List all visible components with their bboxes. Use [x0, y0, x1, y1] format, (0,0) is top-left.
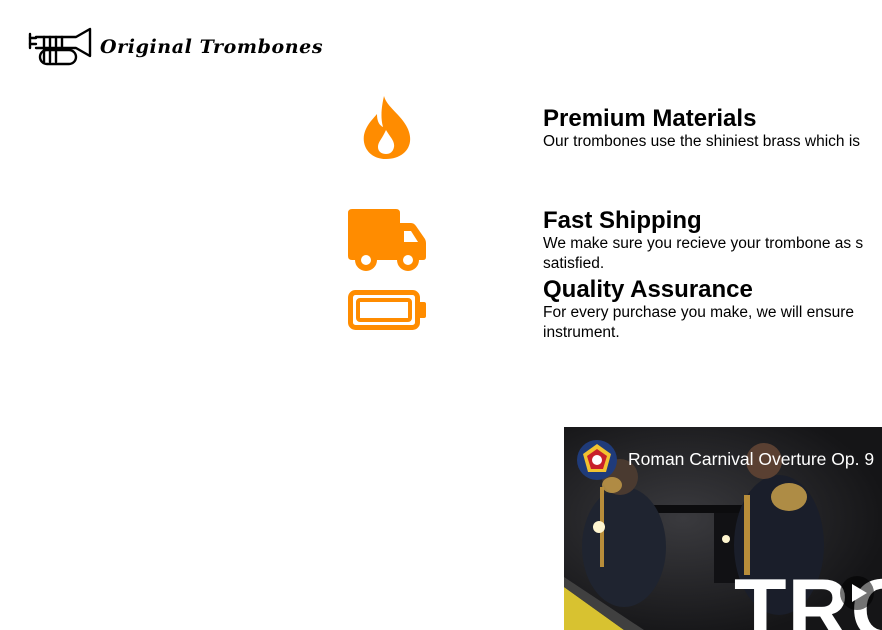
feature-description: For every purchase you make, we will ens…: [543, 304, 854, 341]
feature-premium-materials: Premium Materials Our trombones use the …: [543, 106, 882, 152]
feature-quality-assurance: Quality Assurance For every purchase you…: [543, 277, 882, 343]
flame-icon: [363, 96, 411, 159]
feature-fast-shipping: Fast Shipping We make sure you recieve y…: [543, 208, 882, 274]
feature-title: Premium Materials: [543, 105, 757, 132]
feature-title: Fast Shipping: [543, 207, 702, 234]
truck-icon: [348, 209, 426, 271]
video-title[interactable]: Roman Carnival Overture Op. 9: [628, 449, 874, 470]
feature-description: We make sure you recieve your trombone a…: [543, 235, 864, 272]
play-icon[interactable]: [839, 575, 875, 611]
site-header: Original Trombones: [28, 26, 323, 68]
trumpet-icon: [28, 27, 92, 66]
feature-title: Quality Assurance: [543, 276, 753, 303]
battery-icon: [348, 290, 426, 330]
brand-name[interactable]: Original Trombones: [100, 36, 323, 58]
band-emblem-icon: [577, 440, 617, 480]
feature-description: Our trombones use the shiniest brass whi…: [543, 133, 861, 150]
video-embed[interactable]: Roman Carnival Overture Op. 9 TRO: [564, 427, 882, 630]
